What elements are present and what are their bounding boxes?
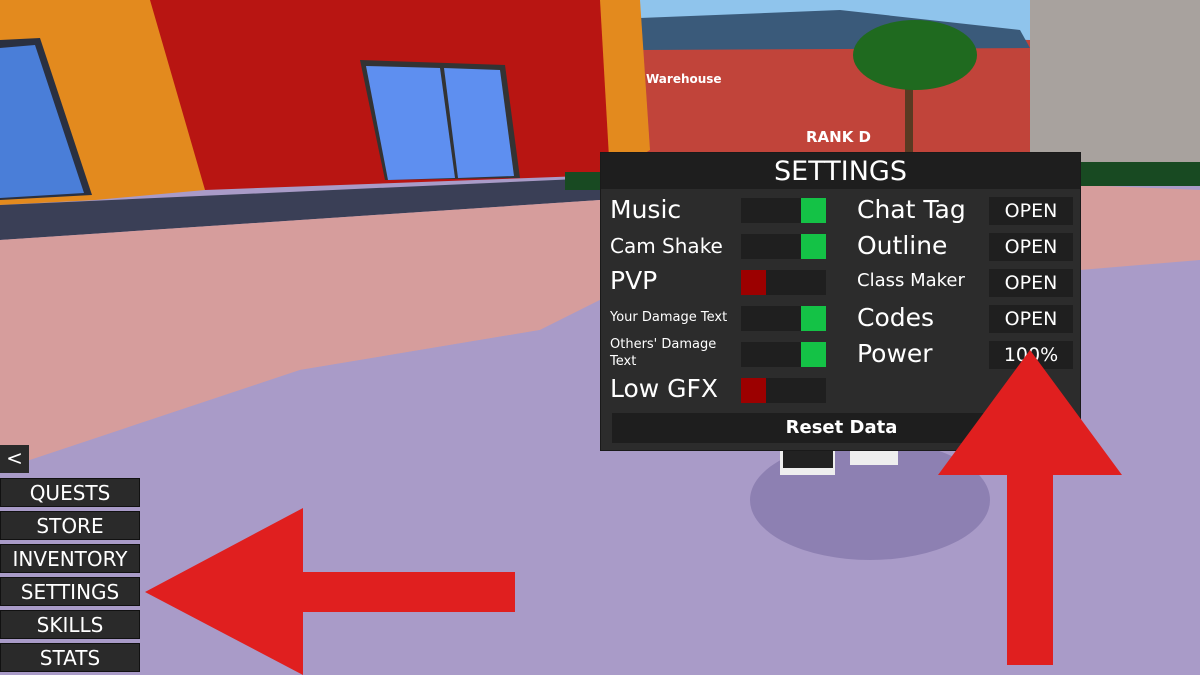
outline-open-button[interactable]: OPEN bbox=[989, 233, 1073, 261]
chat-tag-open-button[interactable]: OPEN bbox=[989, 197, 1073, 225]
toggle-knob bbox=[741, 270, 766, 295]
low-gfx-label: Low GFX bbox=[610, 374, 719, 403]
player-rank-label: RANK D bbox=[806, 128, 872, 146]
toggle-knob bbox=[801, 198, 826, 223]
codes-label: Codes bbox=[857, 303, 935, 332]
others-damage-text-toggle[interactable] bbox=[741, 342, 826, 367]
class-maker-open-button[interactable]: OPEN bbox=[989, 269, 1073, 297]
settings-panel: SETTINGS Music Cam Shake PVP Your Damage… bbox=[600, 152, 1081, 451]
your-damage-text-label: Your Damage Text bbox=[610, 310, 728, 325]
cam-shake-toggle[interactable] bbox=[741, 234, 826, 259]
toggle-knob bbox=[741, 378, 766, 403]
codes-open-button[interactable]: OPEN bbox=[989, 305, 1073, 333]
settings-title: SETTINGS bbox=[601, 153, 1080, 189]
outline-label: Outline bbox=[857, 231, 948, 260]
class-maker-label: Class Maker bbox=[857, 270, 965, 291]
toggle-knob bbox=[801, 342, 826, 367]
menu-store-button[interactable]: STORE bbox=[0, 511, 140, 540]
music-toggle[interactable] bbox=[741, 198, 826, 223]
power-value-field[interactable]: 100% bbox=[989, 341, 1073, 369]
warehouse-sign: Warehouse bbox=[646, 72, 722, 86]
pvp-label: PVP bbox=[610, 266, 658, 295]
your-damage-text-toggle[interactable] bbox=[741, 306, 826, 331]
menu-inventory-button[interactable]: INVENTORY bbox=[0, 544, 140, 573]
power-label: Power bbox=[857, 339, 933, 368]
pvp-toggle[interactable] bbox=[741, 270, 826, 295]
menu-skills-button[interactable]: SKILLS bbox=[0, 610, 140, 639]
menu-settings-button[interactable]: SETTINGS bbox=[0, 577, 140, 606]
low-gfx-toggle[interactable] bbox=[741, 378, 826, 403]
toggle-knob bbox=[801, 306, 826, 331]
cam-shake-label: Cam Shake bbox=[610, 234, 723, 258]
collapse-menu-button[interactable]: < bbox=[0, 445, 29, 473]
toggle-knob bbox=[801, 234, 826, 259]
music-label: Music bbox=[610, 195, 682, 224]
chat-tag-label: Chat Tag bbox=[857, 195, 966, 224]
menu-stats-button[interactable]: STATS bbox=[0, 643, 140, 672]
reset-data-button[interactable]: Reset Data bbox=[612, 413, 1071, 443]
menu-quests-button[interactable]: QUESTS bbox=[0, 478, 140, 507]
others-damage-text-label: Others' Damage Text bbox=[610, 337, 717, 369]
